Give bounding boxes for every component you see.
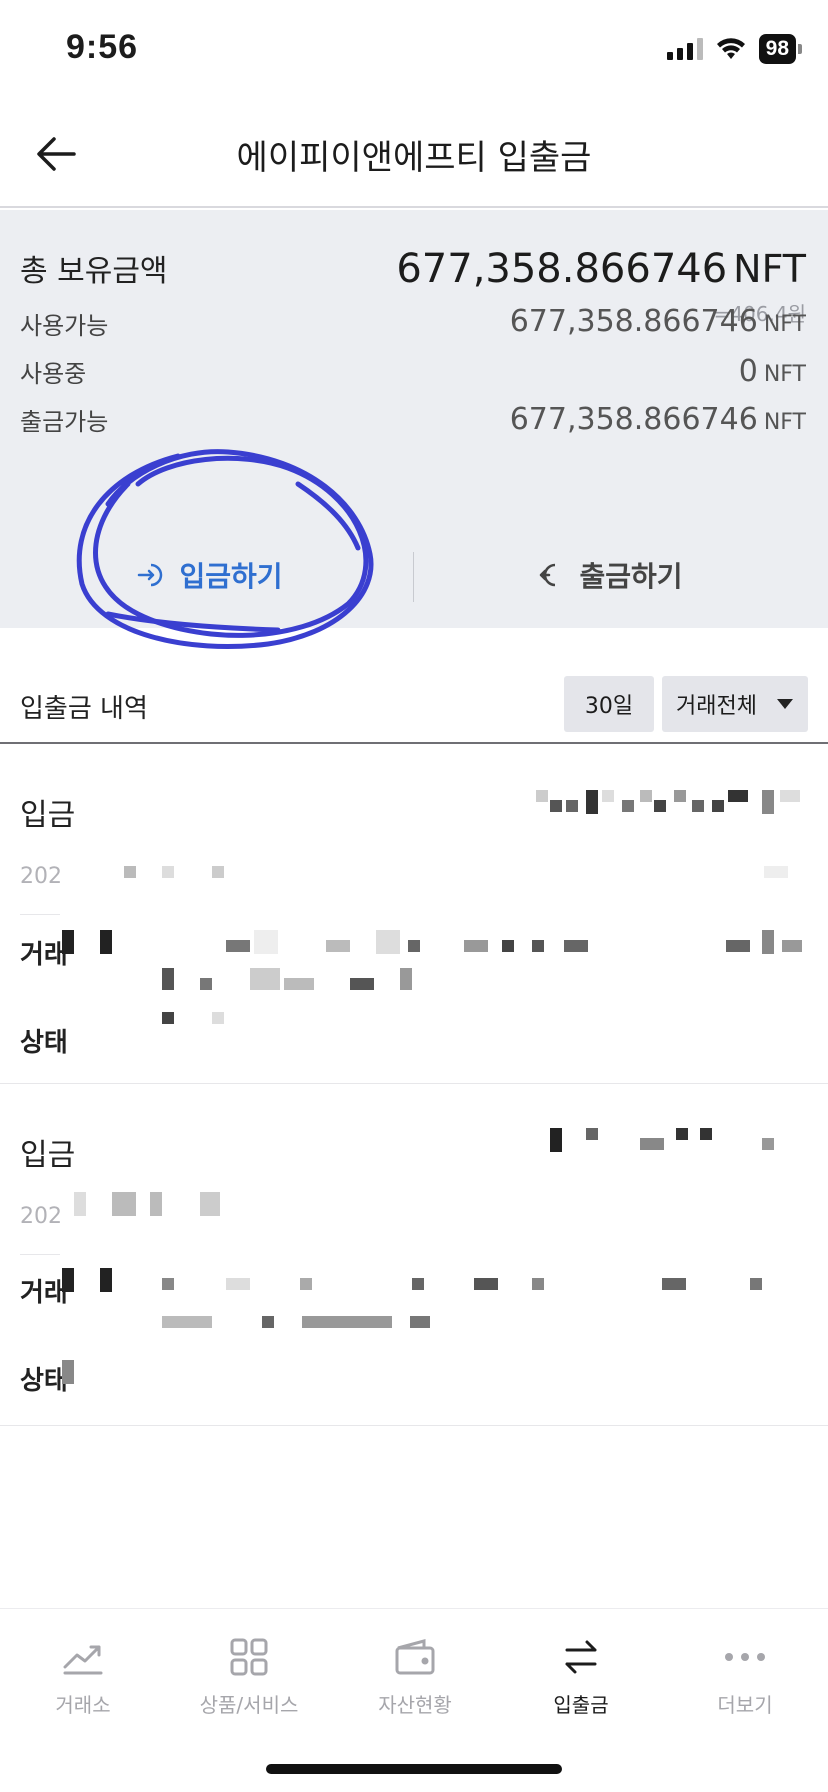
transaction-item[interactable]: 입금 202 거래 상태	[0, 746, 828, 1084]
available-label: 사용가능	[20, 312, 109, 340]
home-indicator	[266, 1764, 562, 1774]
deposit-button[interactable]: 입금하기	[60, 540, 360, 610]
status-time: 9:56	[66, 28, 139, 66]
in-use-label: 사용중	[20, 360, 87, 388]
grid-icon	[166, 1631, 332, 1683]
transaction-item[interactable]: 입금 202 거래 상태	[0, 1086, 828, 1426]
withdraw-icon	[540, 563, 556, 587]
nav-item-more[interactable]: 더보기	[662, 1631, 828, 1718]
transaction-type: 입금	[20, 798, 76, 833]
transaction-detail-label: 거래	[20, 940, 68, 970]
in-use-amount: 0	[738, 354, 758, 389]
transaction-date: 202	[20, 1204, 62, 1229]
deposit-label: 입금하기	[179, 560, 283, 593]
transaction-status-label: 상태	[20, 1366, 68, 1396]
withdrawable-label: 출금가능	[20, 408, 109, 436]
period-filter-button[interactable]: 30일	[564, 676, 654, 732]
transfer-arrows-icon	[498, 1631, 664, 1683]
type-filter-dropdown[interactable]: 거래전체	[662, 676, 808, 732]
wifi-icon	[716, 38, 745, 59]
transaction-date: 202	[20, 864, 62, 889]
page-header: 에이피이앤에프티 입출금	[0, 100, 828, 208]
total-balance-amount: 677,358.866746	[396, 246, 728, 292]
type-filter-label: 거래전체	[676, 694, 757, 719]
nav-label-transfer: 입출금	[553, 1693, 609, 1717]
withdraw-label: 출금하기	[579, 560, 683, 593]
nav-label-products: 상품/서비스	[199, 1693, 299, 1717]
transaction-status-label: 상태	[20, 1028, 68, 1058]
history-header: 입출금 내역 30일 거래전체	[0, 660, 828, 744]
deposit-icon	[138, 563, 163, 587]
nav-item-exchange[interactable]: 거래소	[0, 1631, 166, 1718]
total-balance-value: 677,358.866746 NFT	[396, 246, 806, 292]
wallet-icon	[332, 1631, 498, 1683]
nav-label-assets: 자산현황	[378, 1693, 452, 1717]
signal-icon	[666, 38, 703, 60]
nav-item-products[interactable]: 상품/서비스	[166, 1631, 332, 1718]
chart-trend-icon	[0, 1631, 166, 1683]
balance-summary: 총 보유금액 677,358.866746 NFT =406.4원 사용가능 67…	[0, 210, 828, 628]
caret-down-icon	[777, 699, 793, 709]
transaction-type: 입금	[20, 1138, 76, 1173]
action-divider	[413, 552, 414, 602]
available-amount: 677,358.866746	[509, 304, 758, 339]
in-use-value: 0 NFT	[739, 354, 806, 389]
transaction-detail-label: 거래	[20, 1278, 68, 1308]
withdrawable-value: 677,358.866746 NFT	[510, 402, 806, 437]
status-bar: 9:56 98	[0, 0, 828, 100]
available-value: 677,358.866746 NFT	[510, 304, 806, 339]
nav-item-transfer[interactable]: 입출금	[498, 1631, 664, 1718]
in-use-unit: NFT	[763, 362, 806, 387]
status-icons: 98	[666, 34, 803, 64]
withdrawable-amount: 677,358.866746	[509, 402, 758, 437]
nav-label-exchange: 거래소	[55, 1693, 111, 1717]
total-balance-label: 총 보유금액	[20, 254, 168, 289]
battery-indicator: 98	[758, 34, 803, 64]
transaction-divider	[20, 1254, 60, 1255]
transaction-divider	[20, 914, 60, 915]
available-unit: NFT	[763, 312, 806, 337]
history-title: 입출금 내역	[20, 694, 148, 724]
more-dots-icon	[662, 1631, 828, 1683]
total-balance-unit: NFT	[733, 247, 806, 291]
page-title: 에이피이앤에프티 입출금	[236, 138, 592, 178]
withdraw-button[interactable]: 출금하기	[460, 540, 760, 610]
withdrawable-unit: NFT	[763, 410, 806, 435]
nav-item-assets[interactable]: 자산현황	[332, 1631, 498, 1718]
nav-label-more: 더보기	[717, 1693, 773, 1717]
